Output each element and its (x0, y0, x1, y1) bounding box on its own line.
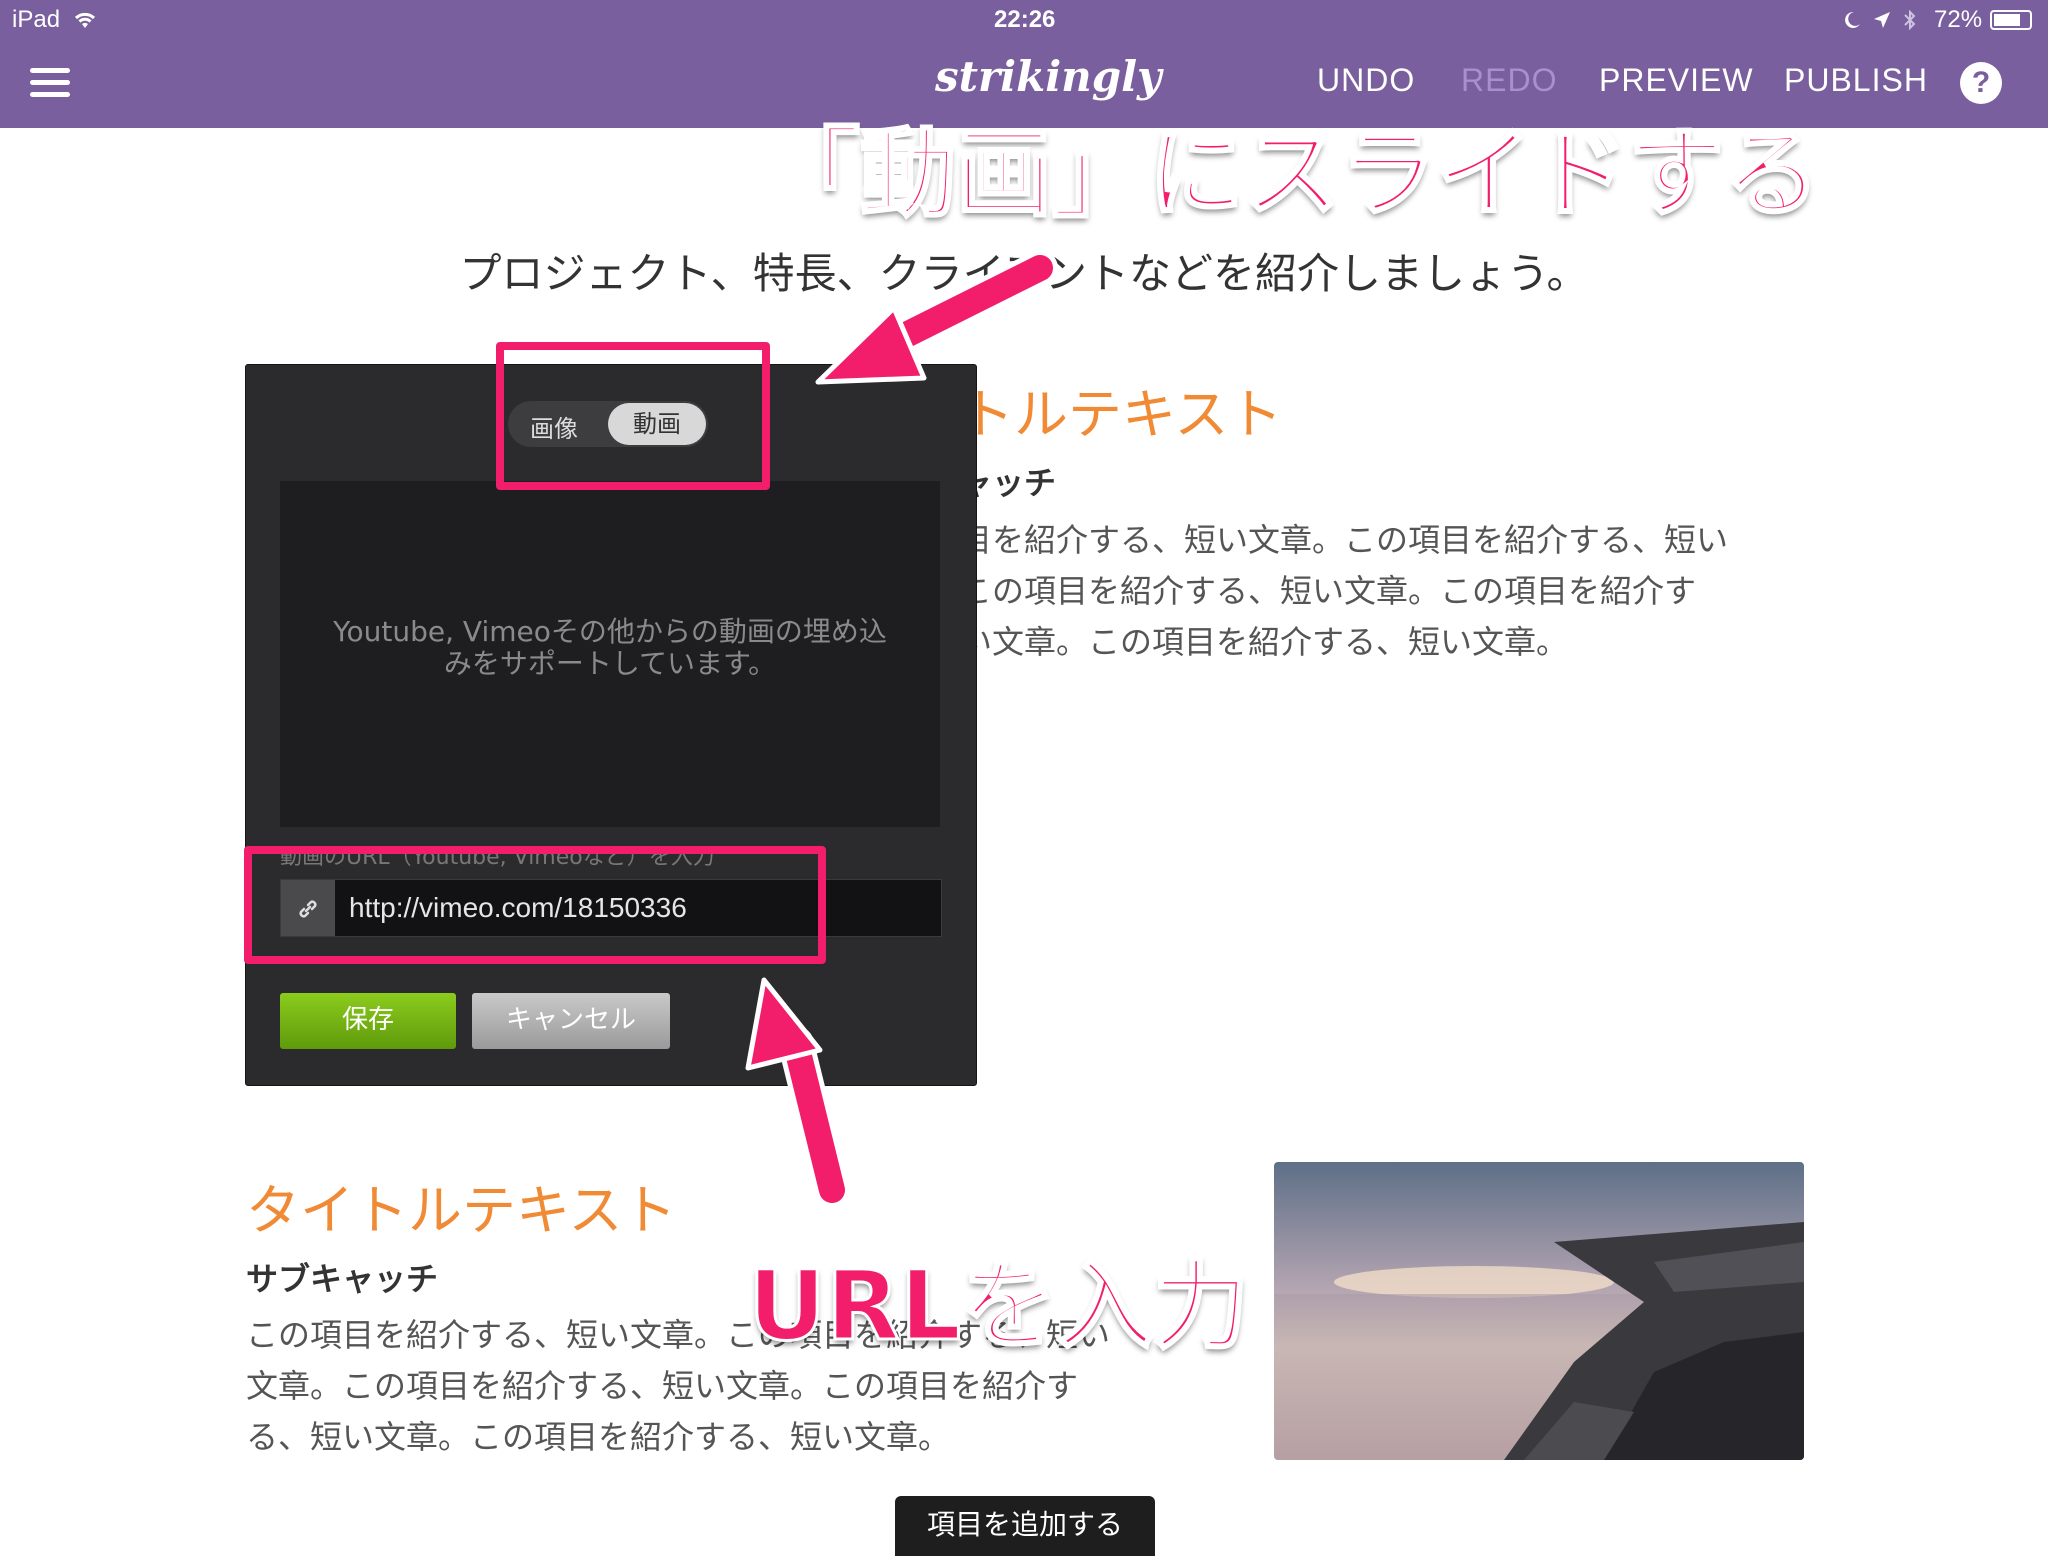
callout-enter-url: URLを入力 (746, 1249, 1250, 1364)
callout-slide-to-video: 「動画」にスライドする (763, 117, 1822, 232)
arrow-to-toggle-icon (815, 250, 1058, 385)
arrow-to-url-icon (745, 977, 850, 1208)
